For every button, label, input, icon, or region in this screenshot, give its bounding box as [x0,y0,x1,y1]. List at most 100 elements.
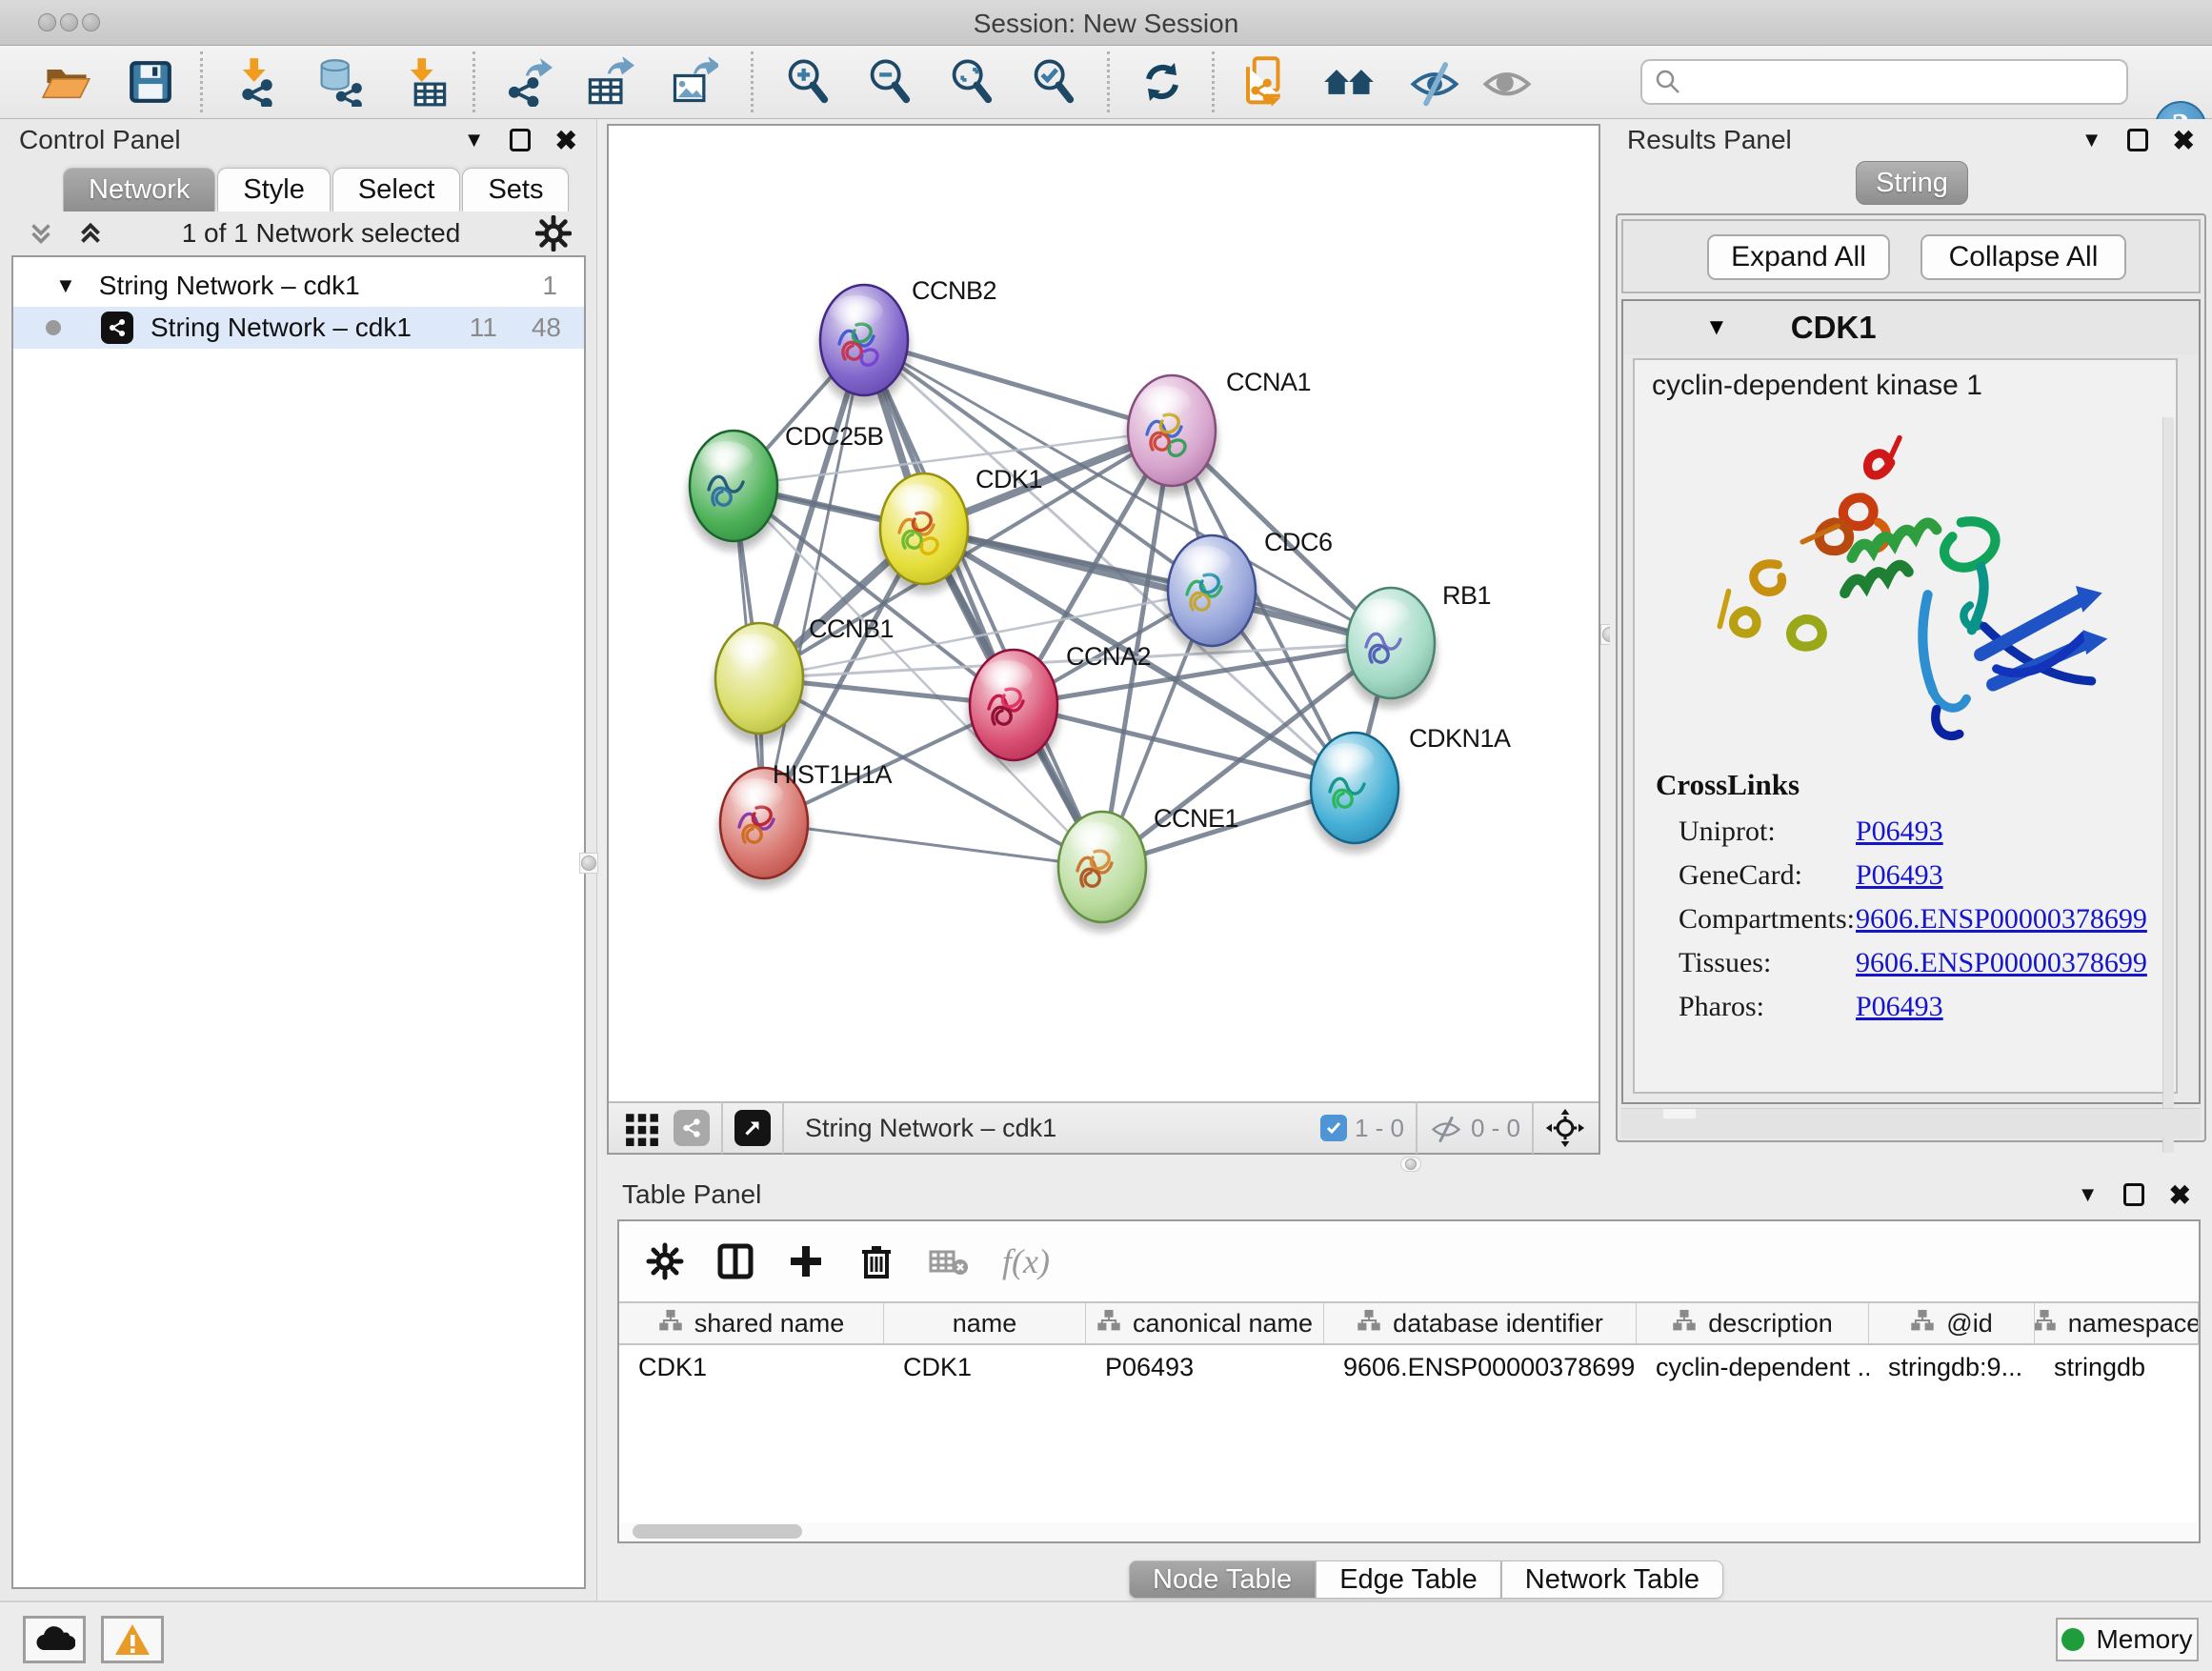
zoom-out-button[interactable] [861,53,918,111]
protein-section-header[interactable]: ▼ CDK1 [1623,301,2199,354]
table-cell[interactable]: 9606.ENSP00000378699 [1324,1345,1637,1389]
crosslink-link[interactable]: P06493 [1856,815,1943,848]
export-table-button[interactable] [581,53,638,111]
network-node-CCNA2[interactable] [968,650,1059,770]
crosshair-icon[interactable] [1545,1108,1585,1148]
panel-float-icon[interactable]: ▼ [2078,1182,2099,1207]
network-node-CCNB1[interactable] [714,623,805,743]
crosslink-link[interactable]: 9606.ENSP00000378699 [1856,947,2147,979]
zoom-selected-button[interactable] [1025,53,1082,111]
show-all-button[interactable] [1478,53,1536,111]
zoom-fit-button[interactable] [943,53,1000,111]
panel-close-icon[interactable]: ✖ [555,125,577,156]
network-row-selected[interactable]: String Network – cdk1 11 48 [13,307,584,349]
crosslink-row: Uniprot:P06493 [1635,810,2176,854]
collapse-all-icon[interactable] [25,217,57,250]
delete-column-icon[interactable] [857,1242,895,1280]
collapse-triangle-icon[interactable]: ▼ [55,273,76,298]
export-image-button[interactable] [665,53,722,111]
home-layout-button[interactable] [1320,53,1377,111]
network-collection-row[interactable]: ▼ String Network – cdk1 1 [13,265,584,307]
warnings-button[interactable] [101,1616,164,1663]
tab-string[interactable]: String [1856,161,1968,205]
network-node-CCNB2[interactable] [818,285,910,405]
panel-maximize-icon[interactable] [2123,1183,2144,1206]
memory-button[interactable]: Memory [2056,1618,2199,1661]
network-canvas[interactable]: CCNB2CCNA1CDC25BCDK1CDC6RB1CCNB1CCNA2CDK… [609,126,1599,1101]
tab-network[interactable]: Network [63,168,215,211]
table-cell[interactable]: CDK1 [619,1345,884,1389]
gear-icon[interactable] [646,1242,684,1280]
network-node-CCNA1[interactable] [1126,375,1217,495]
node-label-RB1: RB1 [1442,581,1491,610]
panel-close-icon[interactable]: ✖ [2169,1179,2191,1211]
clone-network-button[interactable] [1237,53,1294,111]
panel-float-icon[interactable]: ▼ [2081,128,2102,152]
left-splitter-handle[interactable] [579,853,598,874]
column-header-database-identifier[interactable]: database identifier [1324,1303,1637,1343]
selected-checkbox-icon[interactable] [1320,1115,1347,1141]
hidden-count: 0 - 0 [1471,1114,1520,1143]
expand-all-button[interactable]: Expand All [1707,234,1890,280]
column-header-namespace[interactable]: namespace [2035,1303,2199,1343]
save-session-button[interactable] [122,53,179,111]
column-header-canonical-name[interactable]: canonical name [1086,1303,1324,1343]
grid-view-icon[interactable] [624,1110,660,1146]
import-database-button[interactable] [311,53,368,111]
tab-edge-table[interactable]: Edge Table [1316,1560,1501,1599]
network-node-CCNE1[interactable] [1056,812,1148,932]
table-cell[interactable]: stringdb:9... [1869,1345,2035,1389]
import-table-button[interactable] [396,53,453,111]
zoom-in-button[interactable] [779,53,836,111]
column-header-name[interactable]: name [884,1303,1086,1343]
detach-view-button[interactable] [734,1110,771,1146]
crosslink-link[interactable]: P06493 [1856,859,1943,892]
column-header-description[interactable]: description [1637,1303,1869,1343]
scrollbar-thumb[interactable] [633,1524,802,1539]
import-network-button[interactable] [229,53,286,111]
tab-style[interactable]: Style [217,168,330,211]
table-cell[interactable]: P06493 [1086,1345,1324,1389]
column-header-@id[interactable]: @id [1869,1303,2035,1343]
panel-float-icon[interactable]: ▼ [464,128,485,152]
results-horizontal-scrollbar[interactable] [1621,1108,2201,1138]
refresh-button[interactable] [1134,53,1191,111]
search-input[interactable] [1682,68,2101,97]
cloud-status-button[interactable] [23,1616,86,1663]
panel-maximize-icon[interactable] [510,129,531,151]
show-columns-icon[interactable] [716,1242,754,1280]
results-vertical-scrollbar[interactable] [2162,417,2174,1153]
network-node-CDC6[interactable] [1166,535,1257,655]
gear-icon[interactable] [535,215,572,252]
hide-selected-button[interactable] [1406,53,1463,111]
column-header-shared-name[interactable]: shared name [619,1303,884,1343]
tab-node-table[interactable]: Node Table [1129,1560,1316,1599]
open-session-button[interactable] [38,53,95,111]
network-node-CDK1[interactable] [878,473,970,594]
search-field[interactable] [1640,59,2128,105]
panel-maximize-icon[interactable] [2127,129,2148,151]
tab-network-table[interactable]: Network Table [1501,1560,1723,1599]
tab-sets[interactable]: Sets [462,168,569,211]
table-cell[interactable]: cyclin-dependent ... [1637,1345,1869,1389]
crosslink-link[interactable]: 9606.ENSP00000378699 [1856,903,2147,936]
network-node-CDKN1A[interactable] [1309,733,1400,853]
crosslink-link[interactable]: P06493 [1856,991,1943,1023]
export-network-button[interactable] [499,53,556,111]
add-column-icon[interactable] [787,1242,825,1280]
network-node-RB1[interactable] [1345,588,1437,708]
expand-all-icon[interactable] [74,217,107,250]
tab-select[interactable]: Select [332,168,461,211]
table-cell[interactable]: stringdb [2035,1345,2199,1389]
table-cell[interactable]: CDK1 [884,1345,1086,1389]
network-share-icon[interactable] [674,1110,710,1146]
table-data-row[interactable]: CDK1CDK1P064939606.ENSP00000378699cyclin… [619,1345,2199,1389]
delete-table-icon[interactable] [928,1242,970,1280]
panel-close-icon[interactable]: ✖ [2173,125,2195,156]
bottom-splitter-handle[interactable] [1400,1157,1421,1172]
table-horizontal-scrollbar[interactable] [621,1522,2197,1541]
collapse-triangle-icon[interactable]: ▼ [1705,314,1728,341]
function-builder-icon[interactable]: f(x) [1002,1241,1050,1281]
collapse-all-button[interactable]: Collapse All [1920,234,2126,280]
network-node-CDC25B[interactable] [688,431,779,551]
